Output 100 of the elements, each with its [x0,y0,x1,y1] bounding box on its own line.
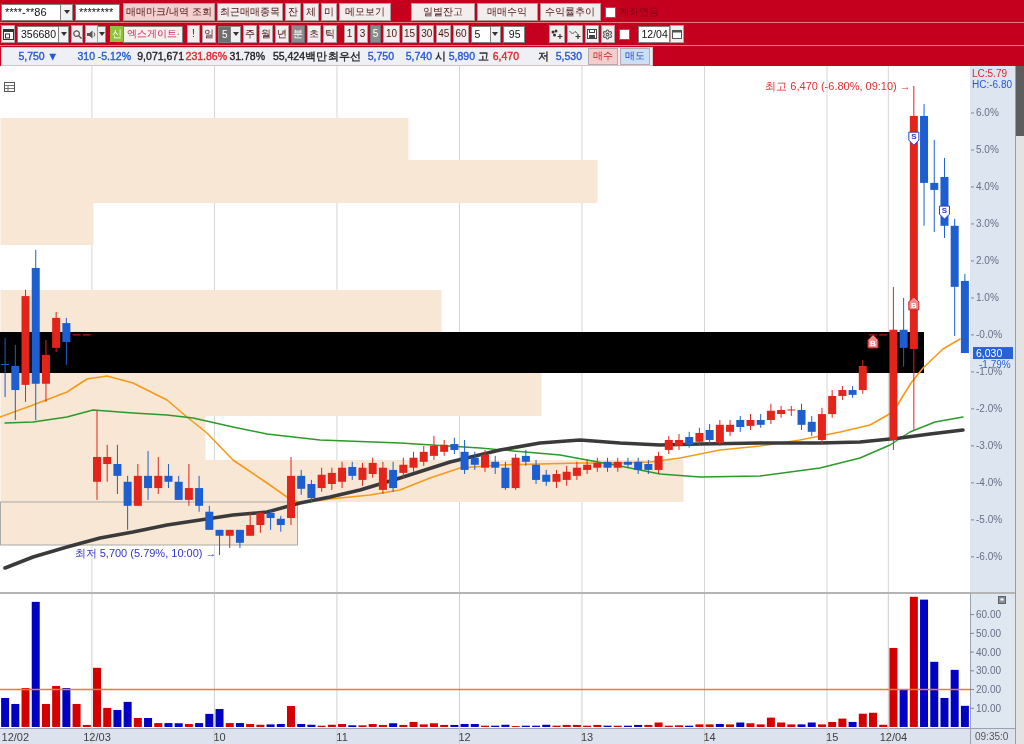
interval-tab[interactable]: 45 [436,25,452,43]
interval-tab[interactable]: 30 [419,25,435,43]
time-axis-label: 11 [336,730,348,743]
account-field[interactable]: ****-**86 [1,3,61,21]
candlestick [736,415,745,433]
time-axis-label: 12 [458,730,471,743]
order-button[interactable]: 매도 [620,47,650,65]
scrollbar[interactable] [1015,66,1024,744]
toolbar-button[interactable]: 최근매매종목 [216,3,283,21]
candlestick [746,413,755,431]
candlestick [133,463,142,507]
toolbar-button[interactable]: 메모보기 [338,3,391,21]
bar-count-field[interactable]: 95 [502,25,525,43]
search-button[interactable] [71,25,83,43]
candlestick [348,461,357,481]
limit-label: HC:-6.80 [972,78,1012,90]
period-tab[interactable]: 일 [202,25,216,43]
period-tab[interactable]: 년 [275,25,289,43]
candlestick [664,435,673,455]
current-price-tag: 6,030 [973,347,1013,360]
settings-icon [602,28,613,40]
candlestick [287,456,295,526]
market-badge: 신 [110,26,123,42]
checkbox[interactable] [618,28,630,40]
tool-button[interactable] [584,25,599,43]
candlestick [583,459,592,475]
stock-code-field[interactable]: 356680 [17,25,59,43]
candlestick [593,457,602,473]
candlestick [266,509,275,531]
candlestick [695,427,704,447]
candlestick [726,419,735,437]
checkbox[interactable] [604,6,616,18]
date-field[interactable]: 12/04 [637,25,670,43]
password-field[interactable]: ******** [75,3,120,21]
day-count-field[interactable]: 5 [218,25,231,43]
window-icon [2,28,14,40]
tool-button[interactable] [548,25,565,43]
period-tab[interactable]: 월 [259,25,273,43]
time-axis-label: 12/04 [879,730,908,743]
window-button[interactable] [1,25,15,43]
axis-label: 2.0% [976,255,999,267]
toolbar-button[interactable]: 미 [320,3,337,21]
candlestick [215,529,224,556]
volume-bar [93,667,101,727]
interval-tab[interactable]: 3 [357,25,368,43]
candlestick [440,439,449,457]
interval-field[interactable]: 5 [470,25,491,43]
tool-button[interactable] [600,25,615,43]
period-tab[interactable]: 틱 [323,25,337,43]
alert-button[interactable]: ! [187,25,200,43]
period-tab[interactable]: 주 [243,25,257,43]
dropdown-button[interactable] [61,3,73,21]
order-button[interactable]: 매수 [588,47,618,65]
quote-text: 5,890 [447,49,475,63]
tool-button[interactable] [566,25,583,43]
axis-label: -5.0% [976,514,1003,526]
scrollbar-thumb[interactable] [1016,66,1024,136]
quote-text: 31.78% [228,49,265,63]
toolbar-button[interactable]: 체 [302,3,319,21]
interval-tab[interactable]: 15 [402,25,418,43]
interval-tab[interactable]: 1 [344,25,355,43]
axis-label: 10.00 [976,702,1002,714]
candlestick [276,515,285,533]
toolbar-button[interactable]: 매매수익 [476,3,538,21]
candlestick [297,469,306,496]
speaker-icon [86,29,97,39]
caret-icon [232,32,239,36]
toolbar-button[interactable]: 일별잔고 [410,3,475,21]
dots-plus-icon [550,29,563,39]
price-extreme-label: 최저 5,700 (5.79%, 10:00) → [74,547,217,560]
candlestick [756,413,765,429]
grid-icon[interactable] [4,82,15,92]
axis-label: 5.0% [976,144,999,156]
axis-label: 40.00 [976,646,1002,658]
interval-tab[interactable]: 60 [453,25,469,43]
candlestick [675,433,683,451]
quote-text: 5,530 [554,49,582,63]
toolbar-button[interactable]: 잔 [284,3,301,21]
interval-tab[interactable]: 10 [383,25,400,43]
dropdown-button[interactable] [490,25,501,43]
candlestick [358,462,367,487]
square-icon[interactable] [998,596,1006,604]
limit-label: LC:5.79 [972,67,1008,79]
stock-name-field[interactable]: 엑스게이트 [123,25,183,43]
buy-marker: B [908,296,920,311]
dropdown-button[interactable] [59,25,69,43]
quote-text: 9,071,671 [136,49,184,63]
candlestick [338,461,347,489]
candlestick [307,479,316,502]
sound-button[interactable] [85,25,98,43]
caret-icon [60,32,67,36]
volume-bar [869,712,877,727]
candlestick [603,457,612,473]
toolbar-button[interactable]: 수익률추이 [539,3,601,21]
period-tab[interactable]: 초 [307,25,321,43]
time-axis-label: 13 [581,730,594,743]
toolbar-button[interactable]: 매매마크/내역 조회 [123,3,215,21]
dropdown-button[interactable] [231,25,241,43]
candlestick [235,529,244,549]
dropdown-button[interactable] [98,25,106,43]
